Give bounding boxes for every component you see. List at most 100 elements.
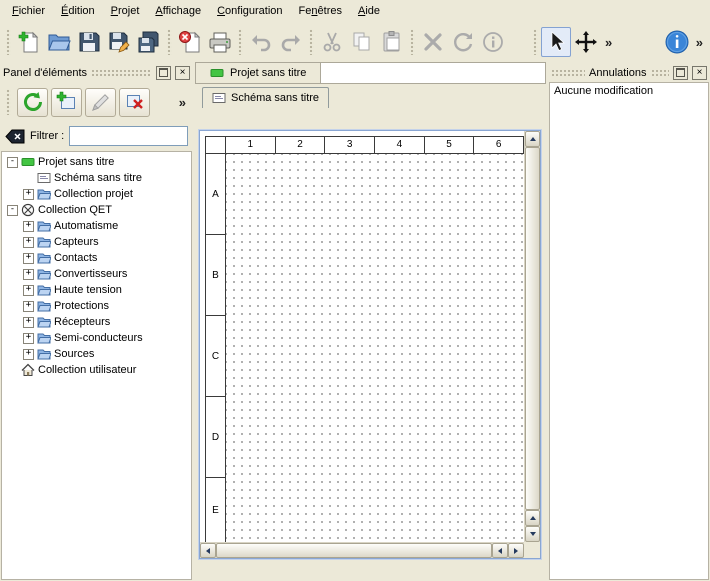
scroll-up-button[interactable]	[525, 510, 540, 526]
delete-element-button[interactable]	[119, 88, 150, 117]
expander-icon[interactable]: -	[7, 205, 18, 216]
toolbar-extension-chevron[interactable]: »	[175, 95, 190, 110]
scroll-up-button[interactable]	[525, 131, 540, 147]
save-all-icon	[137, 30, 161, 54]
menu-fichier[interactable]: Fichier	[4, 0, 53, 22]
folder-icon	[37, 267, 51, 281]
save-all-button[interactable]	[134, 27, 164, 57]
schema-canvas[interactable]: 1 2 3 4 5 6 A B C D	[200, 131, 524, 542]
column-header: 4	[375, 137, 425, 153]
toolbar-handle[interactable]	[6, 89, 11, 115]
edit-info-button[interactable]	[478, 27, 508, 57]
move-mode-button[interactable]	[571, 27, 601, 57]
menu-configuration[interactable]: Configuration	[209, 0, 290, 22]
rotate-button[interactable]	[448, 27, 478, 57]
paste-button[interactable]	[377, 27, 407, 57]
save-button[interactable]	[74, 27, 104, 57]
menu-projet[interactable]: Projet	[103, 0, 148, 22]
dock-close-button[interactable]: ×	[692, 66, 707, 80]
scroll-left-button[interactable]	[492, 543, 508, 558]
scroll-down-button[interactable]	[525, 526, 540, 542]
schema-tab[interactable]: Schéma sans titre	[202, 87, 329, 108]
print-button[interactable]	[205, 27, 235, 57]
expander-icon[interactable]: +	[23, 221, 34, 232]
qet-collection-icon	[21, 203, 35, 217]
informations-button[interactable]	[662, 27, 692, 57]
tree-item-haute-tension[interactable]: +Haute tension	[2, 282, 191, 298]
tree-item-protections[interactable]: +Protections	[2, 298, 191, 314]
menu-affichage[interactable]: Affichage	[147, 0, 209, 22]
toolbar-handle[interactable]	[238, 29, 243, 55]
scroll-left-button[interactable]	[200, 543, 216, 558]
scroll-right-button[interactable]	[508, 543, 524, 558]
expander-icon[interactable]: +	[23, 285, 34, 296]
close-document-button[interactable]	[175, 27, 205, 57]
delete-button[interactable]	[418, 27, 448, 57]
vertical-scrollbar[interactable]	[524, 131, 540, 542]
tree-item-capteurs[interactable]: +Capteurs	[2, 234, 191, 250]
tree-item-schema-sans-titre[interactable]: Schéma sans titre	[2, 170, 191, 186]
toolbar-handle[interactable]	[167, 29, 172, 55]
tree-item-recepteurs[interactable]: +Récepteurs	[2, 314, 191, 330]
tree-item-collection-utilisateur[interactable]: Collection utilisateur	[2, 362, 191, 378]
edit-element-button[interactable]	[85, 88, 116, 117]
tree-item-contacts[interactable]: +Contacts	[2, 250, 191, 266]
expander-icon[interactable]: +	[23, 269, 34, 280]
folder-icon	[37, 315, 51, 329]
dock-float-button[interactable]	[673, 66, 688, 80]
expander-icon[interactable]: +	[23, 333, 34, 344]
redo-button[interactable]	[276, 27, 306, 57]
toolbar-extension-chevron[interactable]: »	[601, 35, 616, 50]
expander-icon[interactable]: +	[23, 349, 34, 360]
expander-icon[interactable]: -	[7, 157, 18, 168]
toolbar-handle[interactable]	[6, 29, 11, 55]
dock-drag-handle[interactable]	[91, 69, 152, 77]
undo-empty-message: Aucune modification	[554, 85, 704, 97]
toolbar-handle[interactable]	[410, 29, 415, 55]
expander-icon[interactable]: +	[23, 253, 34, 264]
toolbar-handle[interactable]	[309, 29, 314, 55]
expander-icon[interactable]: +	[23, 317, 34, 328]
toolbar-handle[interactable]	[533, 29, 538, 55]
save-icon	[77, 30, 101, 54]
reload-collections-button[interactable]	[17, 88, 48, 117]
toolbar-extension-chevron[interactable]: »	[692, 35, 707, 50]
schema-tab-bar: Schéma sans titre	[195, 84, 546, 111]
dock-close-button[interactable]: ×	[175, 66, 190, 80]
vertical-scrollbar-thumb[interactable]	[525, 147, 540, 510]
expander-icon[interactable]: +	[23, 301, 34, 312]
menu-edition[interactable]: Édition	[53, 0, 103, 22]
copy-button[interactable]	[347, 27, 377, 57]
cut-button[interactable]	[317, 27, 347, 57]
expander-icon[interactable]: +	[23, 237, 34, 248]
tree-item-semi-conducteurs[interactable]: +Semi-conducteurs	[2, 330, 191, 346]
tree-item-automatisme[interactable]: +Automatisme	[2, 218, 191, 234]
expander-icon[interactable]: +	[23, 189, 34, 200]
new-document-button[interactable]	[14, 27, 44, 57]
project-tab[interactable]: Projet sans titre	[196, 63, 321, 83]
tree-item-projet-sans-titre[interactable]: -Projet sans titre	[2, 154, 191, 170]
save-as-button[interactable]	[104, 27, 134, 57]
qelectrotech-window: Fichier Édition Projet Affichage Configu…	[0, 0, 710, 581]
dock-drag-handle[interactable]	[651, 69, 670, 77]
tree-item-collection-projet[interactable]: +Collection projet	[2, 186, 191, 202]
menu-aide[interactable]: Aide	[350, 0, 388, 22]
tree-item-sources[interactable]: +Sources	[2, 346, 191, 362]
menu-fenetres[interactable]: Fenêtres	[291, 0, 350, 22]
new-document-icon	[17, 30, 41, 54]
filter-input[interactable]	[69, 126, 188, 146]
select-mode-button[interactable]	[541, 27, 571, 57]
dock-drag-handle[interactable]	[551, 69, 585, 77]
undo-button[interactable]	[246, 27, 276, 57]
project-tab-label: Projet sans titre	[230, 67, 306, 79]
clear-filter-icon[interactable]	[5, 129, 25, 144]
horizontal-scrollbar-thumb[interactable]	[216, 543, 492, 558]
undo-history-list[interactable]: Aucune modification	[549, 82, 709, 580]
schema-grid[interactable]	[226, 154, 524, 542]
open-project-button[interactable]	[44, 27, 74, 57]
tree-item-collection-qet[interactable]: -Collection QET	[2, 202, 191, 218]
dock-float-button[interactable]	[156, 66, 171, 80]
new-element-button[interactable]	[51, 88, 82, 117]
tree-item-convertisseurs[interactable]: +Convertisseurs	[2, 266, 191, 282]
horizontal-scrollbar[interactable]	[200, 542, 524, 558]
